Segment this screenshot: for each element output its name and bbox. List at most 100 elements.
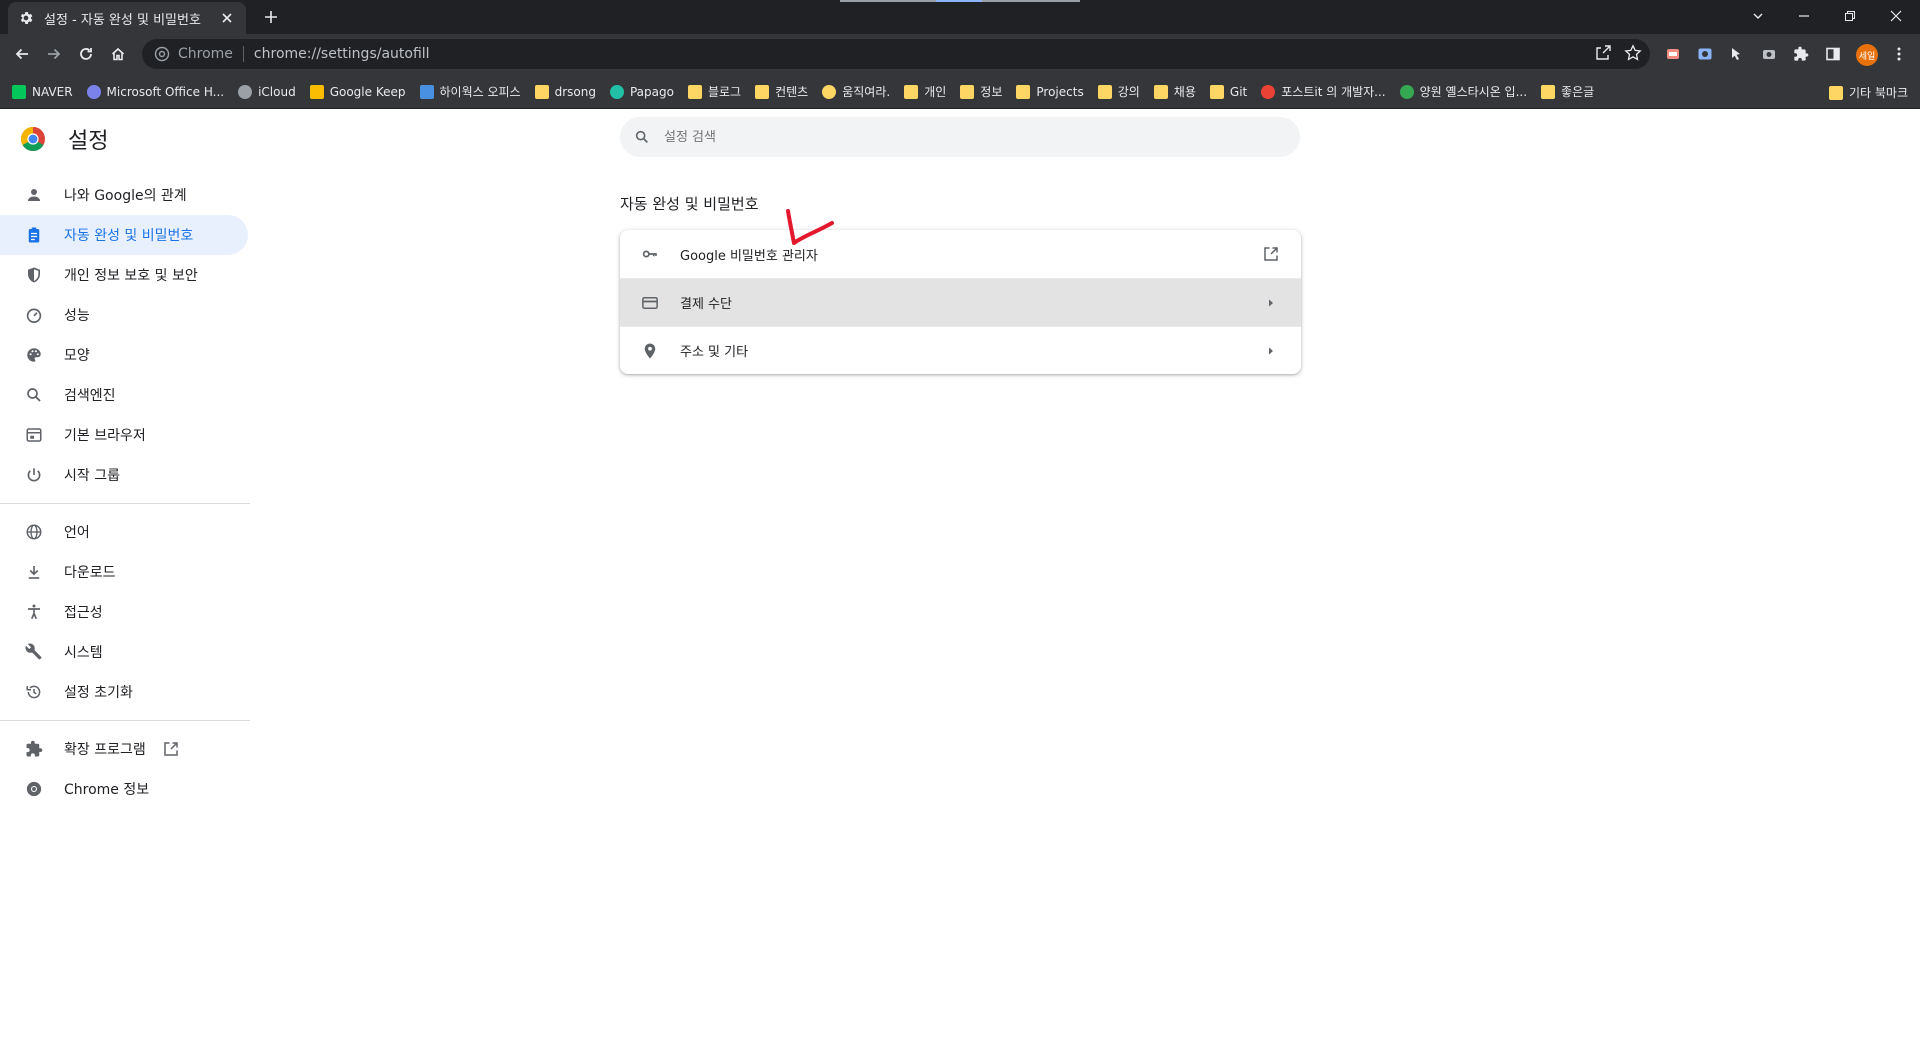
open-in-new-icon[interactable] [1261,244,1281,264]
new-tab-button[interactable] [260,6,282,28]
camera-icon[interactable] [1758,43,1780,65]
sidebar-item-extensions[interactable]: 확장 프로그램 [0,729,248,769]
tab-search-button[interactable] [1746,4,1770,28]
bookmark-item[interactable]: 움직여라. [822,83,890,100]
sidebar-item-reset[interactable]: 설정 초기화 [0,672,248,712]
minimize-button[interactable] [1792,4,1816,28]
search-input[interactable] [664,129,1224,145]
section-title: 자동 완성 및 비밀번호 [620,195,759,213]
extension-app-icon[interactable] [1662,43,1684,65]
extensions-puzzle-icon[interactable] [1790,43,1812,65]
home-button[interactable] [106,42,130,66]
sidebar-item-system[interactable]: 시스템 [0,632,248,672]
side-panel-icon[interactable] [1822,43,1844,65]
search-icon [634,129,650,145]
sidebar-item-default-browser[interactable]: 기본 브라우저 [0,415,248,455]
sidebar-item-performance[interactable]: 성능 [0,295,248,335]
folder-icon [960,84,975,99]
bookmark-item[interactable]: NAVER [12,84,73,99]
folder-icon [1828,85,1843,100]
close-window-button[interactable] [1884,4,1908,28]
red-check-annotation [786,209,834,245]
other-bookmarks-folder[interactable]: 기타 북마크 [1828,84,1908,101]
open-in-new-icon [162,740,180,758]
key-icon [640,244,660,264]
bookmark-item[interactable]: 양원 옐스타시온 입... [1399,83,1527,100]
sidebar-item-downloads[interactable]: 다운로드 [0,552,248,592]
gauge-icon [24,305,44,325]
sidebar-item-accessibility[interactable]: 접근성 [0,592,248,632]
bookmark-folder[interactable]: 블로그 [687,83,741,100]
sidebar-divider [0,503,250,504]
folder-icon [1016,84,1031,99]
bookmark-item[interactable]: Google Keep [309,84,406,99]
arrow-right-icon [1261,293,1281,313]
folder-icon [1097,84,1112,99]
bookmark-folder[interactable]: 강의 [1097,83,1140,100]
page-title: 설정 [68,129,109,154]
profile-avatar[interactable]: 세일 [1856,44,1878,66]
bookmark-item[interactable]: 하이웍스 오피스 [419,83,521,100]
bookmark-item[interactable]: Papago [609,84,674,99]
clipboard-icon [24,225,44,245]
bookmark-folder[interactable]: 정보 [960,83,1002,100]
sidebar-item-you-and-google[interactable]: 나와 Google의 관계 [0,175,248,215]
address-bar[interactable]: Chrome chrome://settings/autofill [142,39,1650,69]
browser-icon [24,425,44,445]
bookmark-folder[interactable]: drsong [534,84,596,99]
folder-icon [1209,84,1224,99]
tab-settings[interactable]: 설정 - 자동 완성 및 비밀번호 [8,2,246,34]
sidebar-item-search-engine[interactable]: 검색엔진 [0,375,248,415]
bookmark-folder[interactable]: Git [1209,84,1247,99]
download-icon [24,562,44,582]
sidebar-item-about-chrome[interactable]: Chrome 정보 [0,769,248,809]
bookmark-item[interactable]: 포스트it 의 개발자... [1261,83,1386,100]
palette-icon [24,345,44,365]
tab-indicator-active [936,0,982,2]
bookmark-item[interactable]: iCloud [238,84,296,99]
apple-icon [238,84,253,99]
naver-icon [12,84,26,99]
star-icon[interactable] [1624,44,1642,62]
accessibility-icon [24,602,44,622]
folder-icon [904,84,919,99]
sidebar-item-appearance[interactable]: 모양 [0,335,248,375]
folder-icon [755,84,770,99]
bookmark-folder[interactable]: Projects [1016,84,1084,99]
history-icon [24,682,44,702]
forward-button[interactable] [42,42,66,66]
restore-button[interactable] [1838,4,1862,28]
screen-capture-icon[interactable] [1694,43,1716,65]
person-icon [24,185,44,205]
back-button[interactable] [10,42,34,66]
share-icon[interactable] [1594,44,1612,62]
omnibox-divider [242,46,244,62]
bookmark-item[interactable]: Microsoft Office H... [86,84,224,99]
bookmark-folder[interactable]: 채용 [1153,83,1196,100]
sidebar-divider [0,720,250,721]
sidebar-item-on-startup[interactable]: 시작 그룹 [0,455,248,495]
sidebar-item-languages[interactable]: 언어 [0,512,248,552]
autofill-card: Google 비밀번호 관리자 결제 수단 주소 및 기타 [620,230,1301,374]
folder-icon [1153,84,1168,99]
payment-methods-row[interactable]: 결제 수단 [620,278,1301,326]
cursor-icon[interactable] [1726,43,1748,65]
tab-indicator [840,0,936,2]
reload-button[interactable] [74,42,98,66]
sidebar-item-privacy[interactable]: 개인 정보 보호 및 보안 [0,255,248,295]
settings-sidebar: 나와 Google의 관계 자동 완성 및 비밀번호 개인 정보 보호 및 보안… [0,175,250,809]
addresses-row[interactable]: 주소 및 기타 [620,326,1301,374]
menu-icon[interactable] [1888,43,1910,65]
close-icon[interactable] [218,9,236,27]
chrome-site-icon [154,46,170,62]
puzzle-icon [24,739,44,759]
bookmark-folder[interactable]: 컨텐츠 [755,83,808,100]
folder-icon [687,84,702,99]
settings-search[interactable] [620,117,1300,157]
bookmark-folder[interactable]: 개인 [904,83,946,100]
sidebar-item-autofill[interactable]: 자동 완성 및 비밀번호 [0,215,248,255]
url-text[interactable]: chrome://settings/autofill [254,46,430,62]
password-manager-row[interactable]: Google 비밀번호 관리자 [620,230,1301,278]
settings-page: 설정 나와 Google의 관계 자동 완성 및 비밀번호 개인 정보 보호 및… [0,109,1920,1040]
bookmark-folder[interactable]: 좋은글 [1541,83,1594,100]
